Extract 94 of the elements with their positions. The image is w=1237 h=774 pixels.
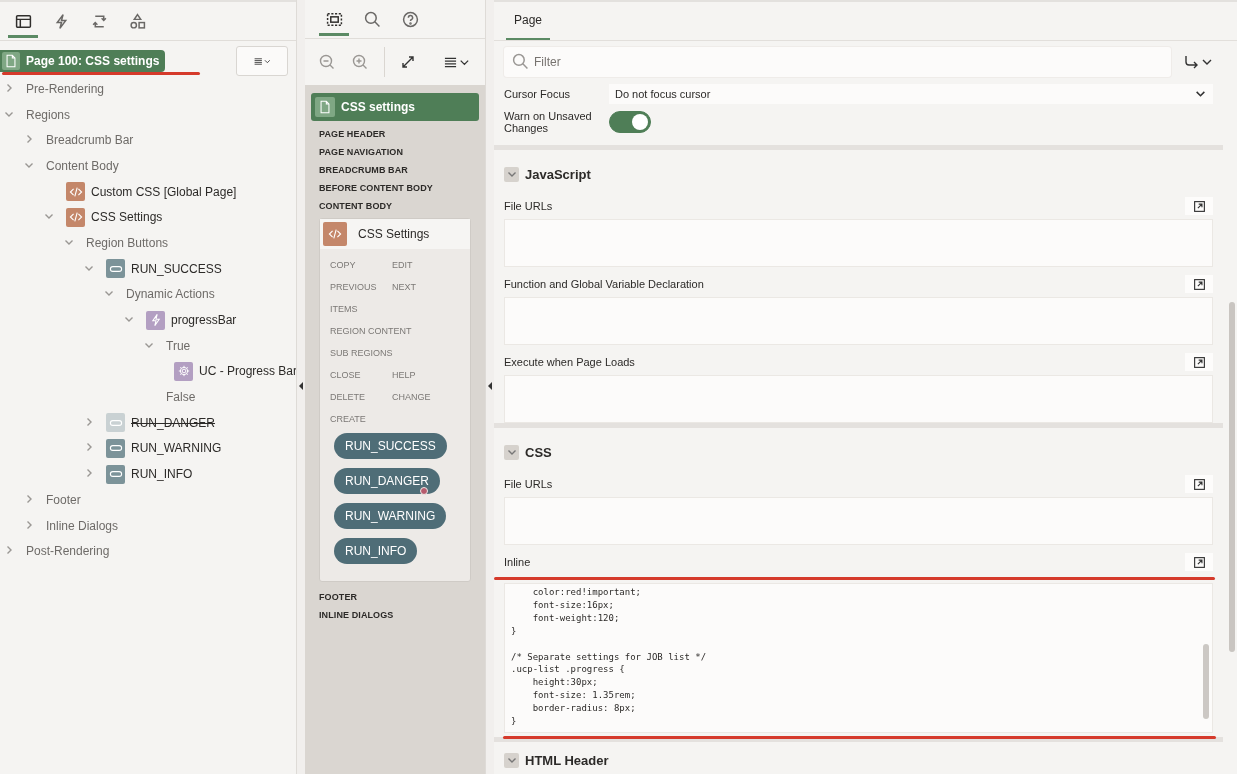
tree-item[interactable]: RUN_INFO — [131, 467, 193, 482]
position-label: PAGE HEADER — [318, 128, 387, 141]
layout-icon — [325, 11, 343, 28]
tree-item[interactable]: progressBar — [171, 313, 237, 328]
collapse-toggle[interactable] — [504, 166, 519, 182]
code-icon — [66, 182, 85, 202]
position-label: INLINE DIALOGS — [318, 609, 395, 622]
collapse-toggle[interactable] — [504, 444, 519, 460]
position-label: CHANGE — [392, 391, 432, 403]
position-label: BEFORE CONTENT BODY — [318, 182, 434, 195]
position-label: REGION CONTENT — [330, 325, 412, 337]
tree-item[interactable]: Content Body — [46, 158, 119, 173]
tree-item[interactable]: False — [166, 390, 196, 405]
expand-window-icon — [1192, 477, 1206, 491]
position-label: CREATE — [330, 413, 367, 425]
tree-item[interactable]: Pre-Rendering — [26, 81, 105, 96]
open-editor-button[interactable] — [1185, 475, 1213, 493]
position-label: ITEMS — [330, 303, 359, 315]
expand-window-icon — [1192, 555, 1206, 569]
tree-item[interactable]: Custom CSS [Global Page] — [91, 184, 237, 199]
search-icon — [512, 53, 529, 70]
page-tree-node[interactable]: Page 100: CSS settings — [0, 50, 166, 72]
field-label: Execute when Page Loads — [504, 356, 635, 368]
tree-item[interactable]: Footer — [46, 492, 81, 507]
cycle-icon — [90, 13, 108, 30]
open-editor-button[interactable] — [1185, 275, 1213, 293]
search-icon — [363, 11, 381, 28]
section-title: HTML Header — [525, 752, 609, 768]
tree-item[interactable]: CSS Settings — [91, 210, 163, 225]
region-card[interactable]: CSS Settings COPY EDIT PREVIOUS NEXT ITEMS REGION CONTENT SUB REGIONS CLOSE HELP DELETE CHANGE CREATE RUN_SUCCESS RUN_DANGER RUN_WARNING RUN_INFO — [319, 218, 471, 582]
cursor-focus-select[interactable]: Do not focus cursor — [609, 84, 1213, 104]
position-label: FOOTER — [318, 591, 359, 604]
layout-button[interactable]: RUN_SUCCESS — [334, 433, 447, 459]
collapse-toggle[interactable] — [504, 752, 519, 768]
tree-item[interactable]: Post-Rendering — [26, 544, 110, 559]
lightning-icon — [146, 310, 165, 330]
open-editor-button[interactable] — [1185, 197, 1213, 215]
button-icon — [106, 464, 125, 484]
code-icon — [323, 222, 347, 246]
position-label: COPY — [330, 259, 357, 271]
position-label: CONTENT BODY — [318, 200, 394, 213]
caret-icon — [506, 169, 517, 179]
position-label: SUB REGIONS — [330, 347, 393, 359]
field-label: Warn on Unsaved Changes — [504, 110, 593, 134]
button-icon — [106, 438, 125, 458]
layout-button[interactable]: RUN_INFO — [334, 538, 418, 564]
field-label: File URLs — [504, 478, 553, 490]
expand-window-icon — [1192, 355, 1206, 369]
open-editor-button[interactable] — [1185, 353, 1213, 371]
table-icon — [14, 13, 32, 30]
list-menu-icon — [444, 55, 471, 69]
code-icon — [66, 207, 85, 227]
tree-item[interactable]: RUN_SUCCESS — [131, 261, 222, 276]
filter-field[interactable]: Filter — [504, 47, 1171, 77]
position-label: CLOSE — [330, 369, 362, 381]
expand-window-icon — [1192, 277, 1206, 291]
field-label: Cursor Focus — [504, 88, 572, 100]
section-title: CSS — [525, 444, 552, 460]
page-tab[interactable]: Page — [506, 2, 551, 40]
position-label: PREVIOUS — [330, 281, 378, 293]
position-label: DELETE — [330, 391, 366, 403]
field-label: File URLs — [504, 200, 553, 212]
position-label: BREADCRUMB BAR — [318, 164, 409, 177]
tree-item[interactable]: Regions — [26, 107, 71, 122]
tree-item[interactable]: UC - Progress Bar — [199, 364, 296, 379]
page-layout-header[interactable]: CSS settings — [311, 93, 479, 121]
expand-window-icon — [1192, 199, 1206, 213]
shapes-icon — [128, 13, 146, 30]
tree-item[interactable]: RUN_WARNING — [131, 441, 222, 456]
gear-icon — [174, 361, 193, 381]
open-editor-button[interactable] — [1185, 553, 1213, 571]
position-label: HELP — [392, 369, 417, 381]
toggle-switch[interactable] — [609, 111, 651, 133]
region-title: CSS Settings — [358, 227, 430, 241]
tree-item[interactable]: Breadcrumb Bar — [46, 133, 134, 148]
scrollbar[interactable] — [1229, 302, 1235, 652]
tree-item[interactable]: Inline Dialogs — [46, 518, 119, 533]
button-icon — [106, 259, 125, 279]
section-title: JavaScript — [525, 166, 591, 182]
tree-item[interactable]: Dynamic Actions — [126, 287, 215, 302]
field-label: Function and Global Variable Declaration — [504, 278, 704, 290]
tree-item[interactable]: Region Buttons — [86, 235, 169, 250]
caret-icon — [506, 447, 517, 457]
layout-button[interactable]: RUN_WARNING — [334, 503, 447, 529]
caret-icon — [506, 755, 517, 765]
tree-item[interactable]: True — [166, 338, 191, 353]
field-label: Inline — [504, 556, 531, 568]
help-icon — [401, 11, 419, 28]
position-label: NEXT — [392, 281, 417, 293]
layout-button[interactable]: RUN_DANGER — [334, 468, 440, 494]
page-icon — [315, 97, 335, 117]
page-icon — [2, 52, 20, 70]
position-label: EDIT — [392, 259, 414, 271]
position-label: PAGE NAVIGATION — [318, 146, 404, 159]
